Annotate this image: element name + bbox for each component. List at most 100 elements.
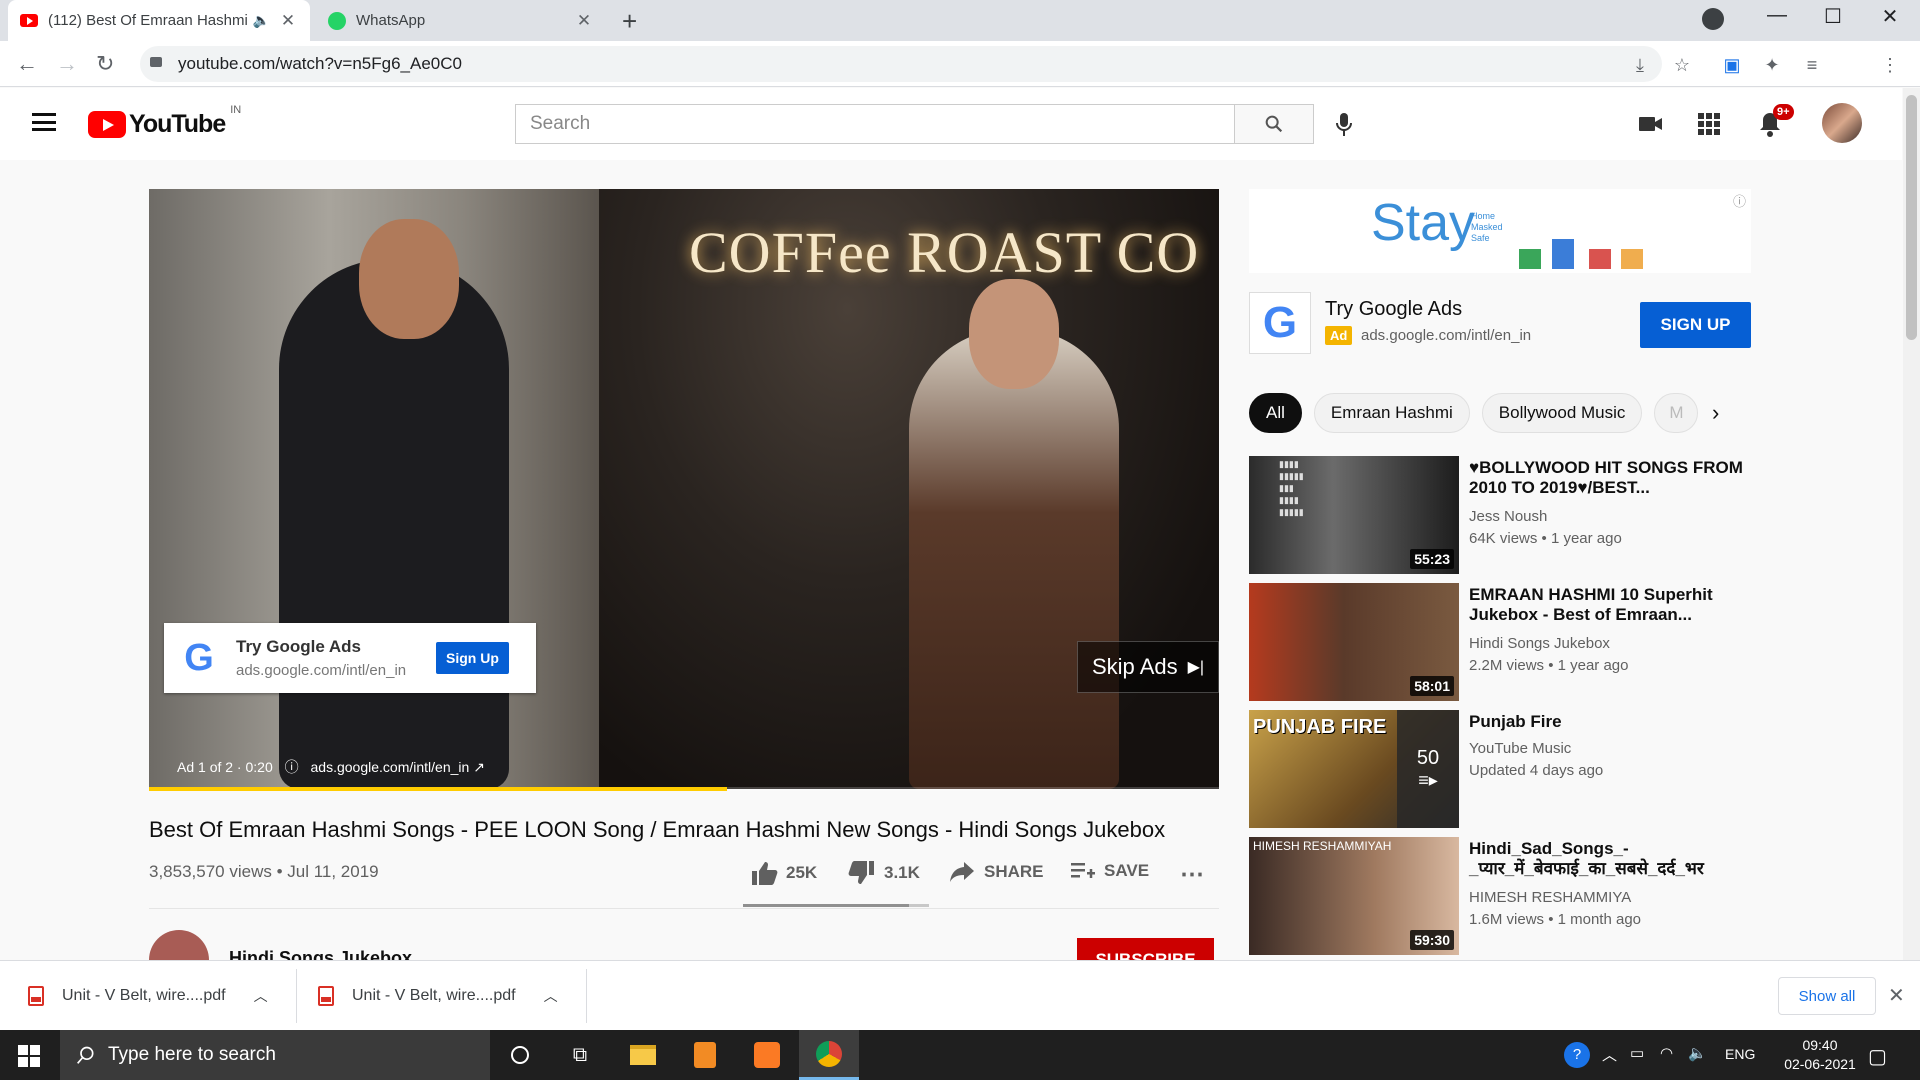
close-window-button[interactable]: ✕ xyxy=(1870,4,1910,29)
help-icon[interactable]: ? xyxy=(1564,1042,1590,1068)
file-explorer-icon[interactable] xyxy=(613,1030,673,1080)
account-avatar[interactable] xyxy=(1822,103,1862,143)
chip-all[interactable]: All xyxy=(1249,393,1302,433)
reload-icon[interactable]: ↻ xyxy=(96,51,114,77)
speaker-icon[interactable]: 🔈 xyxy=(253,12,270,29)
youtube-logo[interactable]: YouTube IN xyxy=(88,104,241,139)
channel-name[interactable]: Hindi Songs Jukebox xyxy=(229,948,412,960)
tab-youtube[interactable]: (112) Best Of Emraan Hashmi 🔈 ✕ xyxy=(8,0,310,41)
chip-more[interactable]: M xyxy=(1654,393,1699,433)
banner-ad[interactable]: Stay Home Masked Safe ⓘ xyxy=(1249,189,1751,273)
create-video-icon[interactable] xyxy=(1636,110,1664,138)
maximize-button[interactable]: ☐ xyxy=(1813,4,1853,29)
close-download-bar-icon[interactable]: ✕ xyxy=(1888,983,1905,1008)
volume-icon[interactable]: 🔈 xyxy=(1688,1044,1707,1062)
search-button[interactable] xyxy=(1234,104,1314,144)
video-title[interactable]: EMRAAN HASHMI 10 Superhit Jukebox - Best… xyxy=(1469,585,1749,625)
video-player[interactable]: COFFee ROAST CO G Try Google Ads ads.goo… xyxy=(149,189,1219,789)
task-view-icon[interactable]: ⧉ xyxy=(550,1030,610,1080)
cortana-icon[interactable] xyxy=(490,1030,550,1080)
channel-name[interactable]: Hindi Songs Jukebox xyxy=(1469,635,1610,652)
close-tab-icon[interactable]: ✕ xyxy=(574,11,594,31)
system-clock[interactable]: 09:40 02-06-2021 xyxy=(1770,1036,1870,1074)
xampp-icon[interactable] xyxy=(737,1030,797,1080)
video-thumbnail[interactable]: 58:01 xyxy=(1249,583,1459,701)
skip-ads-button[interactable]: Skip Ads ▶| xyxy=(1077,641,1219,693)
menu-icon[interactable] xyxy=(32,113,56,131)
subscribe-button[interactable]: SUBSCRIBE xyxy=(1077,938,1214,960)
divider xyxy=(296,969,297,1023)
recommendation-item[interactable]: PUNJAB FIRE 50 ≡▸ Punjab Fire YouTube Mu… xyxy=(1249,710,1749,828)
channel-name[interactable]: HIMESH RESHAMMIYA xyxy=(1469,889,1631,906)
scrollbar-thumb[interactable] xyxy=(1906,95,1917,340)
chevron-right-icon[interactable]: › xyxy=(1712,400,1719,426)
wifi-icon[interactable]: ◠ xyxy=(1660,1044,1673,1062)
bookmark-star-icon[interactable]: ☆ xyxy=(1672,55,1692,75)
windows-start-icon[interactable] xyxy=(18,1045,40,1067)
media-control-icon[interactable]: ≡ xyxy=(1802,55,1822,75)
dislike-button[interactable]: 3.1K xyxy=(848,860,920,886)
recommendation-item[interactable]: HIMESH RESHAMMIYAH 59:30 Hindi_Sad_Songs… xyxy=(1249,837,1749,955)
more-actions-icon[interactable]: ⋯ xyxy=(1180,860,1204,889)
show-all-button[interactable]: Show all xyxy=(1778,977,1876,1015)
chip-emraan-hashmi[interactable]: Emraan Hashmi xyxy=(1313,393,1470,433)
lock-icon[interactable] xyxy=(150,57,162,67)
chrome-icon[interactable] xyxy=(799,1030,859,1080)
sublime-text-icon[interactable] xyxy=(675,1030,735,1080)
chevron-up-icon[interactable]: ︿ xyxy=(254,986,268,1006)
video-thumbnail[interactable]: ▮▮▮▮ ▮▮▮▮▮ ▮▮▮ ▮▮▮▮ ▮▮▮▮▮ 55:23 xyxy=(1249,456,1459,574)
ad-info-url[interactable]: ads.google.com/intl/en_in xyxy=(311,759,470,775)
back-icon[interactable]: ← xyxy=(16,51,38,77)
minimize-button[interactable]: — xyxy=(1757,4,1797,27)
close-tab-icon[interactable]: ✕ xyxy=(278,11,298,31)
ad-signup-button[interactable]: Sign Up xyxy=(436,642,509,674)
notification-center-icon[interactable]: ▢ xyxy=(1868,1044,1887,1069)
video-title[interactable]: ♥BOLLYWOOD HIT SONGS FROM 2010 TO 2019♥/… xyxy=(1469,458,1749,498)
tab-whatsapp[interactable]: WhatsApp ✕ xyxy=(316,0,606,41)
channel-name[interactable]: Jess Noush xyxy=(1469,508,1547,525)
video-thumbnail[interactable]: HIMESH RESHAMMIYAH 59:30 xyxy=(1249,837,1459,955)
install-icon[interactable]: ⤓ xyxy=(1630,55,1650,75)
promo-ad[interactable]: G Try Google Ads Ad ads.google.com/intl/… xyxy=(1249,290,1751,356)
ad-progress-bar[interactable] xyxy=(149,787,727,791)
house-illustration xyxy=(1589,249,1611,269)
share-button[interactable]: SHARE xyxy=(948,860,1044,884)
chevron-up-icon[interactable]: ︿ xyxy=(1602,1044,1617,1065)
playlist-title[interactable]: Punjab Fire xyxy=(1469,712,1749,732)
chrome-menu-icon[interactable]: ⋮ xyxy=(1880,55,1900,75)
chip-bollywood-music[interactable]: Bollywood Music xyxy=(1481,393,1643,433)
taskbar-search-input[interactable]: Type here to search xyxy=(60,1030,490,1080)
input-language[interactable]: ENG xyxy=(1725,1046,1755,1062)
new-tab-button[interactable]: + xyxy=(622,6,637,37)
ad-overlay-card[interactable]: G Try Google Ads ads.google.com/intl/en_… xyxy=(164,623,536,693)
recommendation-item[interactable]: 58:01 EMRAAN HASHMI 10 Superhit Jukebox … xyxy=(1249,583,1749,701)
search-input[interactable]: Search xyxy=(515,104,1235,144)
person-figure xyxy=(279,259,509,789)
download-filename: Unit - V Belt, wire....pdf xyxy=(62,987,226,1004)
playlist-thumbnail[interactable]: PUNJAB FIRE 50 ≡▸ xyxy=(1249,710,1459,828)
chevron-up-icon[interactable]: ︿ xyxy=(544,986,558,1006)
download-item[interactable]: Unit - V Belt, wire....pdf ︿ xyxy=(28,961,278,1031)
download-item[interactable]: Unit - V Belt, wire....pdf ︿ xyxy=(318,961,568,1031)
recommendation-item[interactable]: ▮▮▮▮ ▮▮▮▮▮ ▮▮▮ ▮▮▮▮ ▮▮▮▮▮ 55:23 ♥BOLLYWOOD H… xyxy=(1249,456,1749,574)
address-bar[interactable]: youtube.com/watch?v=n5Fg6_Ae0C0 xyxy=(140,46,1662,82)
apps-grid-icon[interactable] xyxy=(1695,110,1723,138)
microphone-icon[interactable] xyxy=(1335,112,1353,138)
video-duration: 55:23 xyxy=(1410,549,1454,569)
youtube-play-icon xyxy=(88,111,126,138)
like-button[interactable]: 25K xyxy=(750,860,817,886)
channel-avatar[interactable] xyxy=(149,930,209,960)
info-icon[interactable]: ⓘ xyxy=(285,759,299,775)
ad-info-icon[interactable]: ⓘ xyxy=(1733,191,1746,210)
forward-icon[interactable]: → xyxy=(56,51,78,77)
promo-signup-button[interactable]: SIGN UP xyxy=(1640,302,1751,348)
download-bar: Unit - V Belt, wire....pdf ︿ Unit - V Be… xyxy=(0,960,1920,1030)
search-icon xyxy=(1265,115,1283,133)
battery-icon[interactable]: ▭ xyxy=(1630,1044,1644,1062)
extensions-puzzle-icon[interactable]: ✦ xyxy=(1762,55,1782,75)
save-button[interactable]: SAVE xyxy=(1070,860,1149,882)
extension-icon[interactable]: ▣ xyxy=(1722,55,1742,75)
channel-name[interactable]: YouTube Music xyxy=(1469,740,1571,757)
video-title[interactable]: Hindi_Sad_Songs_-_प्यार_में_बेवफाई_का_सब… xyxy=(1469,839,1749,879)
tab-search-icon[interactable] xyxy=(1702,8,1724,30)
